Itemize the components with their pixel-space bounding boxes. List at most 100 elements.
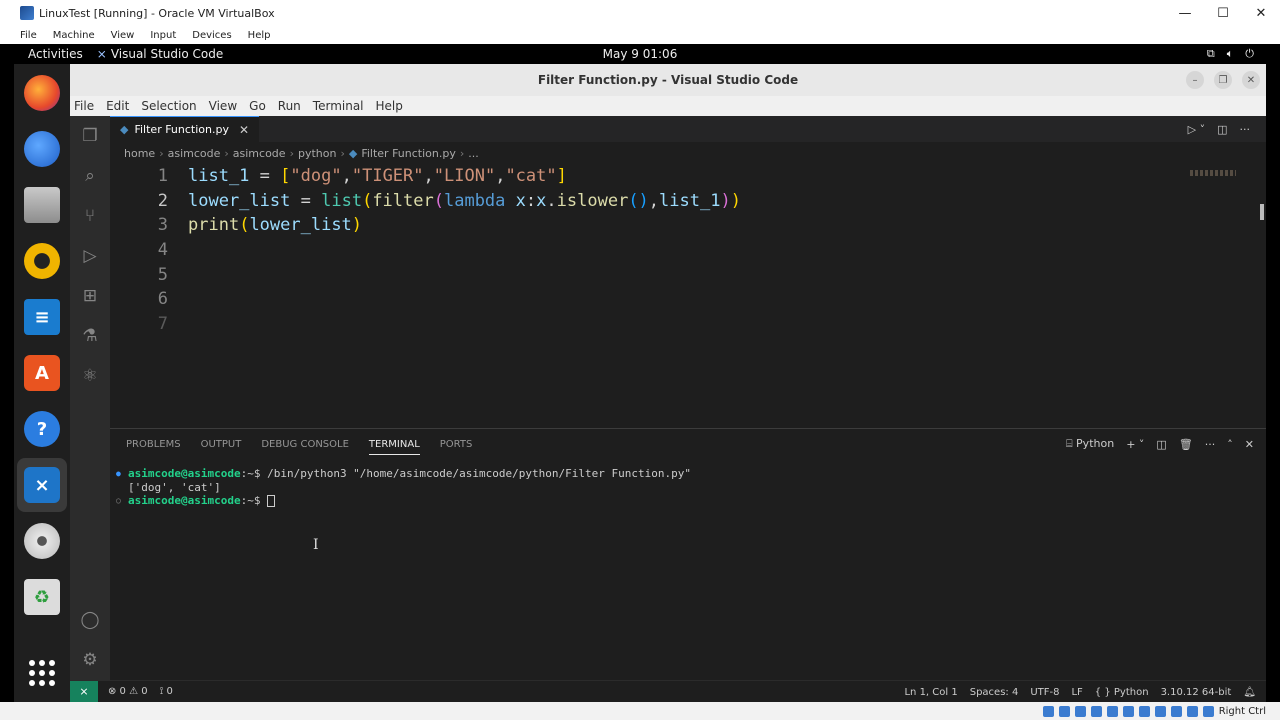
power-icon[interactable]: ⏻ [1245, 47, 1254, 61]
breadcrumb-file[interactable]: Filter Function.py [361, 147, 456, 160]
volume-icon[interactable]: 🔈︎ [1227, 47, 1234, 61]
settings-gear-icon[interactable]: ⚙ [70, 640, 110, 680]
mouse-integration-status-icon[interactable] [1186, 705, 1198, 717]
cursor-position[interactable]: Ln 1, Col 1 [904, 687, 957, 698]
vscode-menu-bar: File Edit Selection View Go Run Terminal… [70, 96, 1266, 116]
extensions-icon[interactable]: ⊞ [70, 276, 110, 316]
vb-menu-help[interactable]: Help [240, 30, 279, 41]
network-status-icon[interactable] [1090, 705, 1102, 717]
line-number: 3 [157, 215, 168, 236]
breadcrumb-asimcode-1[interactable]: asimcode [168, 147, 221, 160]
menu-edit[interactable]: Edit [100, 99, 135, 113]
vb-menu-file[interactable]: File [0, 30, 45, 41]
terminal[interactable]: ● asimcode@asimcode :~$ /bin/python3 "/h… [110, 459, 1266, 508]
dock-trash[interactable]: ♻ [17, 570, 67, 624]
run-debug-icon[interactable]: ▷ [70, 236, 110, 276]
accounts-icon[interactable]: ◯ [70, 600, 110, 640]
notifications-bell-icon[interactable]: 🔔︎ [1243, 687, 1256, 698]
maximize-icon[interactable]: ☐ [1204, 0, 1242, 26]
dock-dvd[interactable] [17, 514, 67, 568]
close-icon[interactable]: ✕ [1242, 0, 1280, 26]
recording-status-icon[interactable] [1154, 705, 1166, 717]
vb-menu-devices[interactable]: Devices [184, 30, 239, 41]
kill-terminal-icon[interactable]: 🗑︎ [1179, 438, 1193, 451]
breadcrumb-symbols[interactable]: ... [468, 147, 479, 160]
problems-status[interactable]: ⊗ 0 ⚠ 0 [108, 686, 148, 697]
vscode-minimize-icon[interactable]: – [1186, 71, 1204, 89]
menu-go[interactable]: Go [243, 99, 272, 113]
testing-icon[interactable]: ⚗ [70, 316, 110, 356]
maximize-panel-icon[interactable]: ˄ [1227, 438, 1233, 451]
vb-menu-view[interactable]: View [103, 30, 143, 41]
python-interpreter[interactable]: 3.10.12 64-bit [1161, 687, 1232, 698]
command-success-icon[interactable]: ● [116, 467, 128, 481]
language-mode[interactable]: { } Python [1095, 687, 1149, 698]
close-panel-icon[interactable]: ✕ [1245, 438, 1254, 451]
usb-status-icon[interactable] [1106, 705, 1118, 717]
keyboard-status-icon[interactable] [1202, 705, 1214, 717]
show-apps-icon[interactable] [29, 660, 55, 686]
more-actions-icon[interactable]: ··· [1240, 123, 1251, 136]
ports-status[interactable]: ⟟ 0 [160, 686, 173, 697]
code-editor[interactable]: 1 list_1 = ["dog","TIGER","LION","cat"] … [110, 164, 1266, 428]
dock-help[interactable]: ? [17, 402, 67, 456]
code-line: 2 lower_list = list(filter(lambda x:x.is… [110, 189, 1266, 214]
network-icon[interactable]: ⧉ [1207, 47, 1215, 61]
encoding[interactable]: UTF-8 [1030, 687, 1059, 698]
tab-filter-function[interactable]: ◆ Filter Function.py ✕ [110, 116, 260, 142]
system-tray[interactable]: ⧉ 🔈︎ ⏻ [1207, 44, 1254, 64]
editor-scrollbar[interactable] [1260, 204, 1264, 220]
minimap[interactable] [1190, 170, 1236, 176]
tab-close-icon[interactable]: ✕ [239, 123, 249, 137]
dock-writer[interactable]: ≡ [17, 290, 67, 344]
audio-status-icon[interactable] [1074, 705, 1086, 717]
dock-files[interactable] [17, 178, 67, 232]
vscode-close-icon[interactable]: ✕ [1242, 71, 1260, 89]
tab-problems[interactable]: PROBLEMS [126, 439, 181, 450]
menu-selection[interactable]: Selection [135, 99, 202, 113]
search-icon[interactable]: ⌕ [70, 156, 110, 196]
breadcrumb-asimcode-2[interactable]: asimcode [233, 147, 286, 160]
explorer-icon[interactable]: ❐ [70, 116, 110, 156]
command-pending-icon[interactable]: ○ [116, 494, 128, 508]
tab-terminal[interactable]: TERMINAL [368, 439, 420, 455]
tab-ports[interactable]: PORTS [440, 439, 473, 450]
host-key-label[interactable]: Right Ctrl [1219, 706, 1266, 717]
menu-run[interactable]: Run [272, 99, 307, 113]
indentation[interactable]: Spaces: 4 [970, 687, 1019, 698]
minimize-icon[interactable]: — [1166, 0, 1204, 26]
dock-firefox[interactable] [17, 66, 67, 120]
run-file-icon[interactable]: ▷ ˅ [1188, 123, 1205, 136]
shared-folders-status-icon[interactable] [1122, 705, 1134, 717]
optical-status-icon[interactable] [1058, 705, 1070, 717]
remote-explorer-icon[interactable]: ⚛ [70, 356, 110, 396]
split-terminal-icon[interactable]: ◫ [1156, 438, 1166, 451]
activities-button[interactable]: Activities [14, 47, 97, 61]
new-terminal-icon[interactable]: + ˅ [1126, 438, 1144, 451]
more-icon[interactable]: ··· [1205, 438, 1216, 451]
split-editor-icon[interactable]: ◫ [1217, 123, 1227, 136]
breadcrumb-python[interactable]: python [298, 147, 336, 160]
menu-view[interactable]: View [203, 99, 243, 113]
focused-app-menu[interactable]: ⨯ Visual Studio Code [97, 47, 223, 61]
menu-file[interactable]: File [70, 99, 100, 113]
breadcrumb-home[interactable]: home [124, 147, 155, 160]
vb-menu-machine[interactable]: Machine [45, 30, 103, 41]
display-status-icon[interactable] [1138, 705, 1150, 717]
vb-menu-input[interactable]: Input [142, 30, 184, 41]
dock-software[interactable]: A [17, 346, 67, 400]
terminal-profile[interactable]: ⌸ Python [1066, 437, 1114, 451]
dock-thunderbird[interactable] [17, 122, 67, 176]
tab-output[interactable]: OUTPUT [201, 439, 242, 450]
source-control-icon[interactable]: ⑂ [70, 196, 110, 236]
menu-terminal[interactable]: Terminal [307, 99, 370, 113]
harddisk-status-icon[interactable] [1042, 705, 1054, 717]
menu-help[interactable]: Help [370, 99, 409, 113]
line-endings[interactable]: LF [1071, 687, 1082, 698]
tab-debug-console[interactable]: DEBUG CONSOLE [261, 439, 349, 450]
dock-vscode[interactable]: ⨯ [17, 458, 67, 512]
vscode-restore-icon[interactable]: ❐ [1214, 71, 1232, 89]
remote-indicator-icon[interactable]: ⨯ [70, 680, 98, 702]
virtualization-status-icon[interactable] [1170, 705, 1182, 717]
dock-rhythmbox[interactable] [17, 234, 67, 288]
